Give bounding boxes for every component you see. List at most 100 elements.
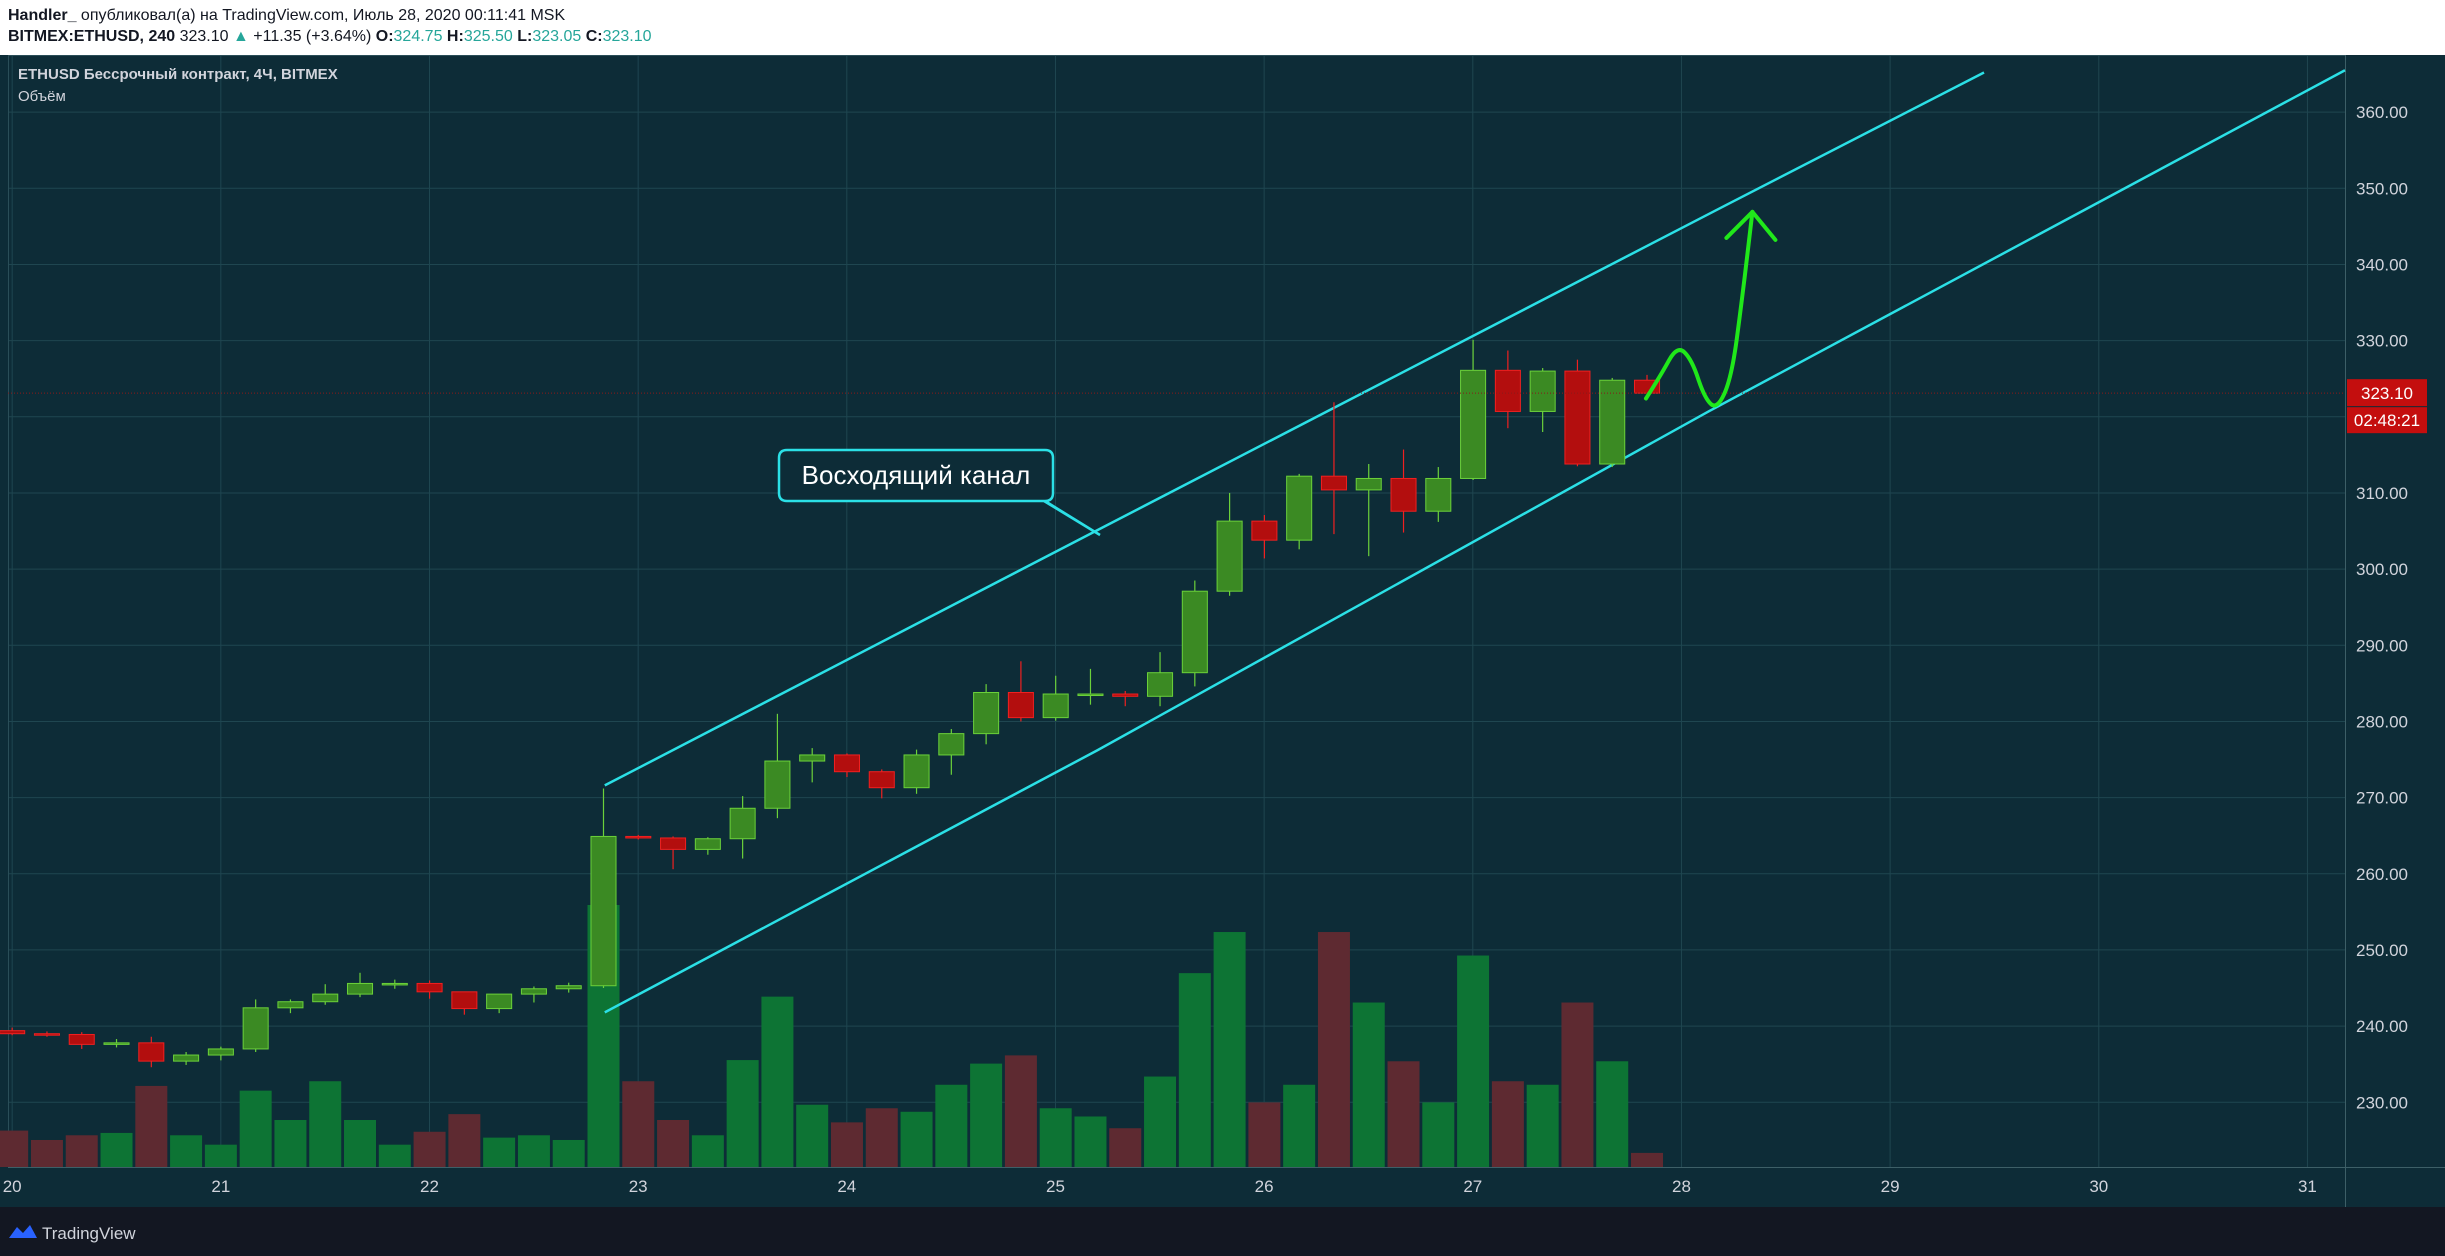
volume-bar <box>1213 932 1246 1167</box>
open-value: 324.75 <box>393 28 443 45</box>
candle <box>903 749 930 794</box>
candle-body <box>590 835 617 987</box>
price-tick-label: 290.00 <box>2356 636 2408 655</box>
time-tick-label: 20 <box>3 1177 22 1196</box>
candle-body <box>0 1030 26 1035</box>
last-price-tag-label: 323.10 <box>2361 384 2413 403</box>
volume-bar <box>1561 1002 1594 1167</box>
candle-body <box>103 1042 130 1045</box>
time-tick-label: 31 <box>2298 1177 2317 1196</box>
candle-body <box>1286 475 1313 541</box>
symbol-label: BITMEX:ETHUSD, 240 <box>8 28 176 45</box>
chart-area[interactable]: Восходящий канал 230.00 240.00 250.00 260.00… <box>0 55 2445 1207</box>
price-chart-svg[interactable]: Восходящий канал 230.00 240.00 250.00 260.00… <box>0 55 2445 1207</box>
candle-body <box>312 993 339 1003</box>
high-value: 325.50 <box>463 28 513 45</box>
volume-bar <box>691 1135 724 1167</box>
candle-body <box>1529 370 1556 412</box>
countdown-tag-label: 02:48:21 <box>2354 411 2420 430</box>
volume-bar <box>1352 1002 1385 1167</box>
price-tick-label: 340.00 <box>2356 255 2408 274</box>
volume-bar <box>1144 1076 1177 1167</box>
close-value: 323.10 <box>602 28 652 45</box>
candle-body <box>1425 477 1452 512</box>
volume-bar <box>0 1130 29 1167</box>
candle-body <box>1599 379 1626 465</box>
volume-bar <box>622 1081 655 1167</box>
volume-bar <box>170 1135 203 1167</box>
candle-body <box>1077 693 1104 697</box>
volume-bar <box>413 1131 446 1167</box>
ohlc-line: BITMEX:ETHUSD, 240 323.10 ▲ +11.35 (+3.6… <box>8 28 652 46</box>
candle-body <box>138 1042 165 1062</box>
price-change: +11.35 (+3.64%) <box>253 28 372 45</box>
price-tick-label: 230.00 <box>2356 1093 2408 1112</box>
candle-body <box>1320 475 1347 491</box>
price-tick-label: 310.00 <box>2356 484 2408 503</box>
candle-body <box>729 807 756 840</box>
volume-bar <box>935 1084 968 1167</box>
volume-bar <box>1248 1102 1281 1167</box>
candle-body <box>625 835 652 839</box>
volume-bar <box>657 1120 690 1167</box>
candle-body <box>1390 477 1417 512</box>
volume-bar <box>1457 955 1490 1167</box>
candle-body <box>451 991 478 1010</box>
candle-body <box>207 1048 234 1056</box>
volume-legend[interactable]: Объём <box>18 88 66 105</box>
candle-body <box>520 988 547 995</box>
candle <box>1181 580 1208 687</box>
volume-bar <box>1526 1084 1559 1167</box>
last-price: 323.10 <box>179 28 229 45</box>
publication-header: Handler_ опубликовал(а) на TradingView.c… <box>0 0 2445 55</box>
time-tick-label: 30 <box>2089 1177 2108 1196</box>
time-tick-label: 22 <box>420 1177 439 1196</box>
candle-body <box>973 691 1000 735</box>
candle-body <box>1216 520 1243 592</box>
volume-bar <box>1178 973 1211 1167</box>
candle-body <box>416 982 443 993</box>
time-tick-label: 28 <box>1672 1177 1691 1196</box>
volume-bar <box>100 1132 133 1167</box>
volume-bar <box>274 1120 307 1167</box>
up-arrow-icon: ▲ <box>232 28 249 45</box>
price-tick-label: 270.00 <box>2356 789 2408 808</box>
volume-bar <box>30 1139 63 1167</box>
plot-background <box>8 55 2345 1167</box>
chart-title[interactable]: ETHUSD Бессрочный контракт, 4Ч, BITMEX <box>18 66 338 83</box>
price-tick-label: 250.00 <box>2356 941 2408 960</box>
candle <box>1564 359 1591 467</box>
time-tick-label: 25 <box>1046 1177 1065 1196</box>
volume-bar <box>1283 1084 1316 1167</box>
candle-body <box>1494 369 1521 412</box>
candle-body <box>903 754 930 789</box>
candle-body <box>242 1007 269 1050</box>
open-label: O: <box>375 28 394 45</box>
tradingview-logo-icon[interactable] <box>8 1223 38 1239</box>
brand-label[interactable]: TradingView <box>42 1224 136 1244</box>
candle-body <box>1251 520 1278 541</box>
candle-body <box>799 754 826 762</box>
price-tick-label: 300.00 <box>2356 560 2408 579</box>
volume-bar <box>1004 1055 1037 1167</box>
candle-body <box>1355 477 1382 491</box>
time-tick-label: 27 <box>1463 1177 1482 1196</box>
candle-body <box>346 982 374 995</box>
price-tick-label: 350.00 <box>2356 179 2408 198</box>
volume-bar <box>830 1122 863 1167</box>
price-tick-label: 360.00 <box>2356 103 2408 122</box>
volume-bar <box>865 1108 898 1167</box>
volume-bar <box>1491 1081 1524 1167</box>
candle-body <box>1564 370 1591 465</box>
volume-bar <box>517 1135 550 1167</box>
candle-body <box>1147 672 1174 697</box>
volume-bar <box>344 1120 377 1167</box>
low-label: L: <box>517 28 533 45</box>
candle-body <box>277 1001 304 1009</box>
volume-bar <box>1317 932 1350 1167</box>
volume-bar <box>726 1060 759 1167</box>
candle-body <box>868 771 895 789</box>
volume-bar <box>309 1081 342 1167</box>
author-name[interactable]: Handler_ <box>8 7 76 24</box>
price-tick-label: 280.00 <box>2356 712 2408 731</box>
